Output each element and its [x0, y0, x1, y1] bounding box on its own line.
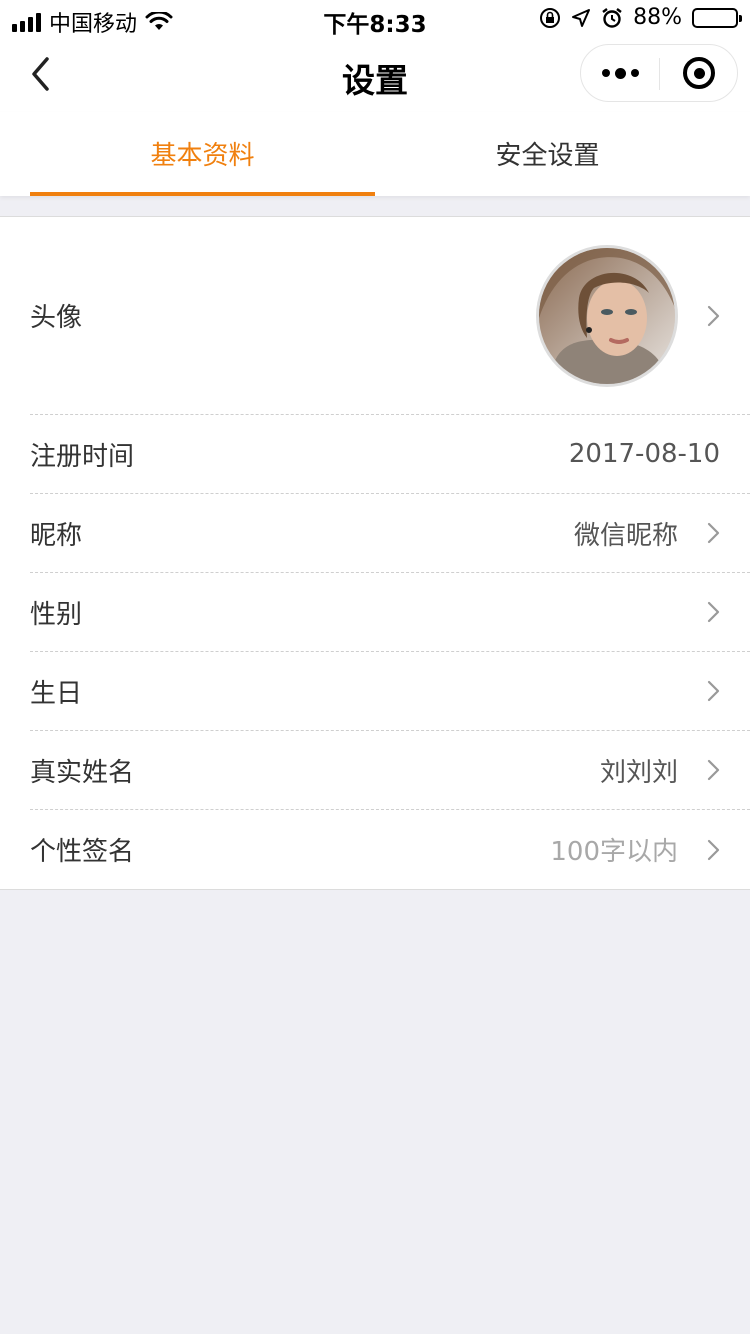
- status-right: 88%: [539, 5, 742, 30]
- status-bar: 中国移动 下午8:33 88%: [0, 0, 750, 40]
- row-label: 生日: [30, 678, 83, 709]
- rotation-lock-icon: [540, 7, 561, 28]
- more-icon: [601, 67, 639, 79]
- tab-security-settings[interactable]: 安全设置: [375, 112, 720, 196]
- nickname-value: 微信昵称: [573, 520, 678, 551]
- mini-program-capsule: [580, 44, 738, 102]
- chevron-right-icon: [707, 839, 720, 860]
- signature-placeholder: 100字以内: [550, 837, 678, 867]
- row-avatar[interactable]: 头像: [30, 217, 750, 415]
- row-label: 头像: [30, 303, 83, 333]
- avatar-photo: [539, 248, 675, 384]
- chevron-right-icon: [707, 601, 720, 623]
- more-button[interactable]: [581, 45, 659, 101]
- target-close-icon: [683, 57, 715, 89]
- row-label: 性别: [30, 599, 83, 630]
- nav-bar: 设置: [0, 40, 750, 112]
- tab-basic-info[interactable]: 基本资料: [30, 112, 375, 196]
- profile-list: 头像 注册时间 2017-08-10 昵称 微信昵称 性别 生日 真实姓名 刘刘…: [0, 216, 750, 890]
- row-label: 注册时间: [30, 441, 135, 472]
- row-label: 个性签名: [30, 837, 135, 867]
- row-nickname[interactable]: 昵称 微信昵称: [30, 494, 750, 573]
- avatar[interactable]: [536, 245, 678, 387]
- chevron-right-icon: [707, 305, 720, 326]
- location-icon: [572, 8, 591, 27]
- battery-percent: 88%: [633, 5, 682, 30]
- chevron-right-icon: [707, 680, 720, 702]
- register-date-value: 2017-08-10: [568, 439, 720, 469]
- row-birthday[interactable]: 生日: [30, 652, 750, 731]
- chevron-right-icon: [707, 522, 720, 544]
- row-label: 真实姓名: [30, 757, 135, 788]
- close-button[interactable]: [660, 45, 738, 101]
- row-gender[interactable]: 性别: [30, 573, 750, 652]
- alarm-icon: [602, 7, 622, 28]
- row-register-time: 注册时间 2017-08-10: [30, 415, 750, 494]
- real-name-value: 刘刘刘: [599, 757, 678, 788]
- row-signature[interactable]: 个性签名 100字以内: [30, 810, 750, 889]
- row-label: 昵称: [30, 520, 83, 551]
- chevron-right-icon: [707, 759, 720, 781]
- row-real-name[interactable]: 真实姓名 刘刘刘: [30, 731, 750, 810]
- battery-icon: [692, 7, 742, 28]
- tab-bar: 基本资料 安全设置: [0, 112, 750, 196]
